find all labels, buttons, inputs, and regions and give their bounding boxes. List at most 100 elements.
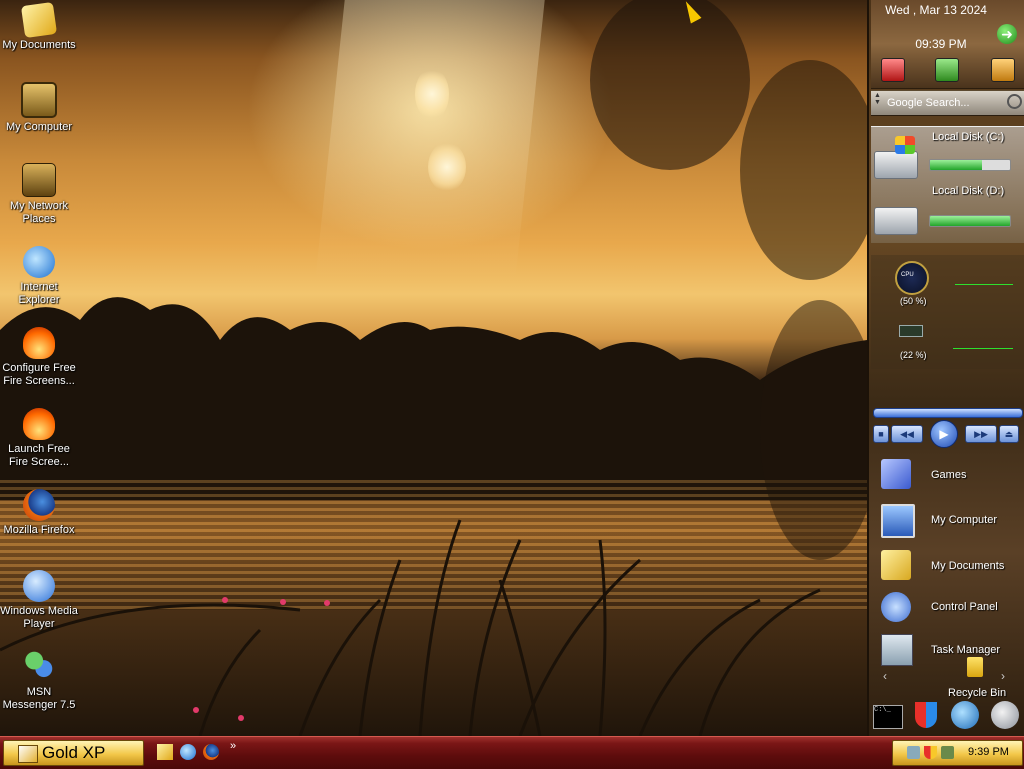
google-search-box: ▲ ▼ [871,90,1024,116]
hanging-leaves [590,0,750,170]
media-player-icon [23,570,55,602]
desktop-icon-mozilla-firefox[interactable]: Mozilla Firefox [0,489,78,537]
drive-panel: Local Disk (C:) Local Disk (D:) [871,126,1024,243]
clock-panel: Wed , Mar 13 2024 ➜ 09:39 PM [871,0,1024,89]
tray-security-icon[interactable] [924,746,937,759]
system-tray: 9:39 PM [892,740,1023,766]
fire-icon [23,327,55,359]
desktop-icon-windows-media-player[interactable]: Windows Media Player [0,570,78,631]
windows-logo-icon [895,136,915,154]
power-off-icon[interactable] [881,58,905,82]
drive-c-label: Local Disk (C:) [932,131,1005,143]
ram-percent: (22 %) [900,350,927,360]
desktop-icon-label: My Computer [5,121,73,133]
sidebar-time: 09:39 PM [915,37,967,51]
launch-item-games[interactable]: Games [871,455,1024,495]
treeline-silhouette [0,297,867,500]
drive-c-usage-bar [929,159,1011,171]
desktop-wallpaper [0,0,867,736]
quicklaunch-ie-icon[interactable] [180,744,196,760]
sidebar-date: Wed , Mar 13 2024 [885,3,987,17]
security-shield-icon[interactable] [915,702,937,728]
desktop-icon-my-network-places[interactable]: My Network Places [0,163,78,226]
media-player-panel: ■ ◀◀ ▶ ▶▶ ⏏ [871,383,1024,449]
desktop-icon-launch-free-fire[interactable]: Launch Free Fire Scree... [0,408,78,469]
tray-clock[interactable]: 9:39 PM [968,746,1009,758]
tray-network-icon[interactable] [907,746,920,759]
desktop-icon-label: My Documents [2,39,76,51]
launch-item-task-manager[interactable]: Task Manager [871,630,1024,670]
restart-icon[interactable] [935,58,959,82]
recycle-bin-label: Recycle Bin [948,687,1007,699]
ram-graph-line [953,348,1013,349]
launch-item-label: My Documents [931,560,1005,572]
network-globe-icon[interactable] [951,701,979,729]
speaker-icon[interactable] [991,701,1019,729]
drive-c-icon [874,136,918,179]
launch-scroll-right-icon[interactable]: › [1001,669,1005,683]
launch-item-my-documents[interactable]: My Documents [871,546,1024,586]
msn-icon [23,651,55,683]
launch-item-my-computer[interactable]: My Computer [871,500,1024,540]
desktop-icon-label: My Network Places [9,200,69,225]
desktop-icon-label: Configure Free Fire Screens... [2,362,76,387]
cpu-percent: (50 %) [900,296,927,306]
drive-d-label: Local Disk (D:) [932,185,1005,197]
tray-program-icon[interactable] [941,746,954,759]
cpu-graph-line [955,284,1013,285]
start-button[interactable]: Gold XP [3,740,144,766]
desktop-icon-internet-explorer[interactable]: Internet Explorer [0,246,78,307]
launch-item-label: My Computer [931,514,998,526]
sidebar-gadgets: Wed , Mar 13 2024 ➜ 09:39 PM ▲▼ Local Di… [867,0,1024,736]
quicklaunch-overflow-icon[interactable]: » [230,740,236,752]
reeds-foreground [0,519,821,736]
cpu-gauge-icon: CPU [895,261,929,295]
previous-icon[interactable]: ◀◀ [891,425,923,443]
next-icon[interactable]: ▶▶ [965,425,997,443]
cpu-gauge-label: CPU [901,272,914,278]
desktop-icon-my-computer[interactable]: My Computer [0,82,78,134]
desktop-icon-my-documents[interactable]: My Documents [0,1,78,52]
hanging-leaves [740,60,867,280]
magnifier-icon[interactable] [1007,94,1022,109]
start-logo-icon [18,745,38,763]
sun-ray [315,0,545,280]
desktop-icon-msn-messenger[interactable]: MSN Messenger 7.5 [0,651,78,712]
desktop-icon-label: Internet Explorer [18,281,60,306]
fire-icon [23,408,55,440]
launch-item-control-panel[interactable]: Control Panel [871,588,1024,628]
light-orb [428,142,466,192]
task-manager-icon [881,634,913,666]
stop-icon[interactable]: ■ [873,425,889,443]
logoff-icon[interactable] [991,58,1015,82]
play-icon[interactable]: ▶ [930,420,958,448]
firefox-icon [23,489,55,521]
google-search-input[interactable] [885,94,1007,112]
desktop-icon-label: MSN Messenger 7.5 [2,686,76,711]
command-prompt-icon[interactable]: C:\_ [873,705,903,729]
drive-d-icon [874,207,918,235]
launch-scroll-left-icon[interactable]: ‹ [883,669,887,683]
desktop-icon-label: Mozilla Firefox [3,524,75,536]
ie-icon [23,246,55,278]
games-folder-icon [881,459,911,489]
ram-chip-icon [899,325,923,337]
search-scroll-icon[interactable]: ▲ ▼ [874,92,881,106]
quicklaunch-folder-icon[interactable] [157,744,173,760]
launch-item-label: Task Manager [931,644,1001,656]
computer-icon [21,82,57,118]
network-icon [22,163,56,197]
desktop-icon-label: Launch Free Fire Scree... [8,443,70,468]
drive-d-usage-bar [929,215,1011,227]
eject-icon[interactable]: ⏏ [999,425,1019,443]
folder-documents-icon [20,1,58,39]
light-orb [415,68,449,120]
media-progress-bar[interactable] [873,408,1023,418]
system-monitor-panel: CPU (50 %) (22 %) [871,255,1024,369]
start-label: Gold XP [42,743,106,762]
taskbar: Gold XP » 9:39 PM [0,736,1024,769]
recycle-bin-icon[interactable] [967,657,983,677]
quicklaunch-firefox-icon[interactable] [203,744,219,760]
desktop-icon-label: Windows Media Player [0,605,78,630]
desktop-icon-configure-free-fire[interactable]: Configure Free Fire Screens... [0,327,78,388]
